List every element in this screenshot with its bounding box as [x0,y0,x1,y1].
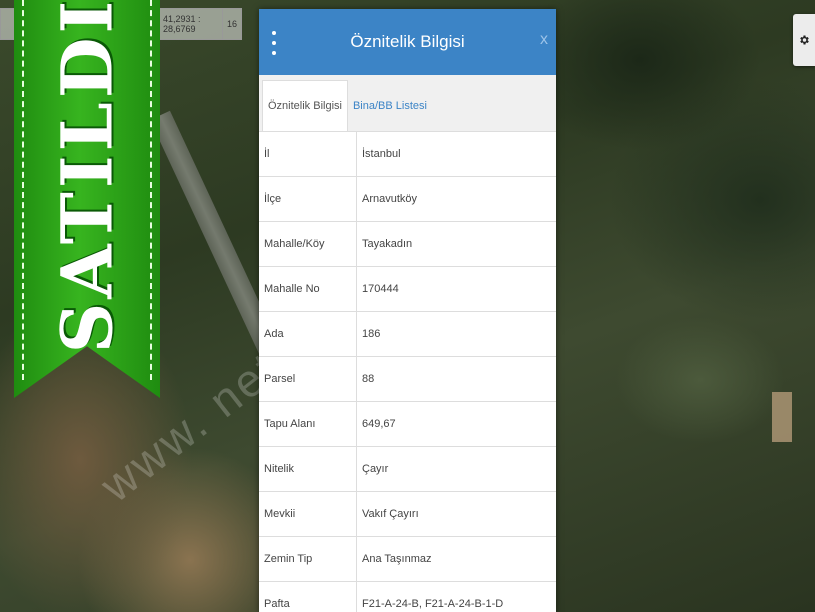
attribute-value: İstanbul [356,132,556,177]
gear-icon [800,35,809,45]
tab-building-list[interactable]: Bina/BB Listesi [348,81,432,131]
attribute-key: Ada [259,311,357,357]
vertical-dots-icon[interactable] [269,31,279,55]
attribute-key: Zemin Tip [259,536,357,582]
attribute-key: Mahalle No [259,266,357,312]
attribute-value: 649,67 [356,401,556,447]
table-row: Pafta F21-A-24-B, F21-A-24-B-1-D [259,581,556,612]
table-row: Zemin Tip Ana Taşınmaz [259,536,556,582]
table-row: İlçe Arnavutköy [259,176,556,222]
sold-ribbon-text: SATILDI [45,0,129,354]
table-row: Mevkii Vakıf Çayırı [259,491,556,537]
close-button[interactable]: x [540,31,548,49]
attribute-value: Ana Taşınmaz [356,536,556,582]
attribute-key: Mahalle/Köy [259,221,357,267]
attribute-key: İlçe [259,176,357,222]
coordinates-readout: 41,2931 : 28,6769 [163,14,201,34]
attribute-value: 170444 [356,266,556,312]
attribute-key: Nitelik [259,446,357,492]
panel-title: Öznitelik Bilgisi [350,32,465,51]
attribute-key: Parsel [259,356,357,402]
attribute-value: F21-A-24-B, F21-A-24-B-1-D [356,581,556,612]
attribute-value: Çayır [356,446,556,492]
table-row: Parsel 88 [259,356,556,402]
attribute-value: 88 [356,356,556,402]
table-row: Mahalle/Köy Tayakadın [259,221,556,267]
attribute-key: Tapu Alanı [259,401,357,447]
attribute-value: Vakıf Çayırı [356,491,556,537]
panel-header: Öznitelik Bilgisi x [259,9,556,75]
table-row: Ada 186 [259,311,556,357]
attribute-key: Mevkii [259,491,357,537]
table-row: Nitelik Çayır [259,446,556,492]
attribute-value: Tayakadın [356,221,556,267]
panel-tabs: Öznitelik Bilgisi Bina/BB Listesi [259,75,556,132]
attribute-value: Arnavutköy [356,176,556,222]
zoom-level[interactable]: 16 [222,9,241,39]
table-row: Mahalle No 170444 [259,266,556,312]
attribute-key: Pafta [259,581,357,612]
settings-button[interactable] [793,14,815,66]
attribute-info-panel: Öznitelik Bilgisi x Öznitelik Bilgisi Bi… [259,9,556,612]
table-row: İl İstanbul [259,132,556,177]
attribute-table: İl İstanbul İlçe Arnavutköy Mahalle/Köy Tayak… [259,132,556,612]
tab-attribute-info[interactable]: Öznitelik Bilgisi [262,80,348,131]
map-building [772,392,792,442]
attribute-key: İl [259,132,357,177]
table-row: Tapu Alanı 649,67 [259,401,556,447]
attribute-value: 186 [356,311,556,357]
